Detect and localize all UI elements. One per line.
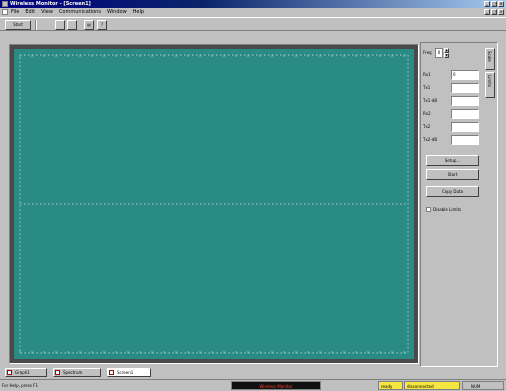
status-help-text: For Help, press F1 bbox=[2, 383, 39, 388]
toolbar-button-2[interactable] bbox=[55, 20, 65, 30]
field-label: Tx2-dB bbox=[423, 137, 438, 142]
plot-frame bbox=[9, 44, 419, 364]
field-input[interactable] bbox=[451, 83, 479, 93]
toolbar-separator bbox=[35, 20, 37, 30]
status-ready: ready bbox=[378, 381, 403, 390]
setup-button[interactable]: Setup... bbox=[426, 155, 479, 166]
field-row: Tx2-dB bbox=[423, 135, 483, 145]
start-button[interactable]: Start bbox=[5, 20, 31, 30]
field-row: Rx2 bbox=[423, 109, 483, 119]
start-acquisition-button[interactable]: Start bbox=[426, 169, 479, 180]
field-input[interactable]: 0 bbox=[451, 70, 479, 80]
title-bar: Wireless Monitor - [Screen1] _ □ × bbox=[0, 0, 506, 8]
field-label: Rx1 bbox=[423, 72, 431, 77]
field-label: Tx2 bbox=[423, 124, 431, 129]
doc-restore-button[interactable]: □ bbox=[491, 9, 497, 15]
close-button[interactable]: × bbox=[498, 1, 504, 7]
sheet-tab-spectrum[interactable]: Spectrum bbox=[53, 368, 101, 377]
menu-edit[interactable]: Edit bbox=[25, 8, 35, 16]
menu-file[interactable]: File bbox=[11, 8, 19, 16]
field-row: Tx1-dB bbox=[423, 96, 483, 106]
graph-icon bbox=[109, 370, 114, 375]
oscilloscope-screen[interactable] bbox=[14, 49, 414, 359]
field-input[interactable] bbox=[451, 122, 479, 132]
window-title: Wireless Monitor - [Screen1] bbox=[10, 1, 91, 7]
field-row: Tx2 bbox=[423, 122, 483, 132]
doc-minimize-button[interactable]: _ bbox=[484, 9, 490, 15]
menu-window[interactable]: Window bbox=[107, 8, 127, 16]
vertical-tabs: Scale Limits bbox=[485, 48, 497, 108]
spin-arrows: ▲ ▼ bbox=[444, 48, 449, 58]
field-row: Tx1 bbox=[423, 83, 483, 93]
field-input[interactable] bbox=[451, 96, 479, 106]
document-icon[interactable] bbox=[2, 9, 8, 15]
menu-communications[interactable]: Communications bbox=[59, 8, 101, 16]
menu-bar: File Edit View Communications Window Hel… bbox=[0, 8, 506, 16]
tab-scale[interactable]: Scale bbox=[485, 48, 495, 70]
help-icon[interactable]: ? bbox=[97, 20, 107, 30]
disable-limits-row[interactable]: Disable Limits bbox=[426, 205, 461, 213]
field-input[interactable] bbox=[451, 109, 479, 119]
window-controls: _ □ × bbox=[484, 1, 504, 7]
disable-limits-checkbox[interactable] bbox=[426, 206, 431, 212]
minimize-button[interactable]: _ bbox=[484, 1, 490, 7]
sheet-tabs: Graph1 Spectrum Screen1 bbox=[5, 368, 205, 377]
graph-icon bbox=[55, 370, 60, 375]
screen-grid bbox=[19, 54, 409, 354]
tab-limits[interactable]: Limits bbox=[485, 72, 495, 98]
status-app-indicator: Wireless Monitor bbox=[231, 381, 321, 390]
status-connection: disconnected bbox=[404, 381, 460, 390]
app-icon[interactable] bbox=[2, 1, 8, 7]
disable-limits-label: Disable Limits bbox=[433, 206, 462, 212]
sheet-tab-label: Graph1 bbox=[15, 370, 30, 375]
graph-icon bbox=[7, 370, 12, 375]
field-input[interactable] bbox=[451, 135, 479, 145]
tab-limits-label: Limits bbox=[487, 75, 492, 87]
field-label: Rx2 bbox=[423, 111, 431, 116]
sheet-tab-graph1[interactable]: Graph1 bbox=[5, 368, 47, 377]
sheet-tab-screen1[interactable]: Screen1 bbox=[107, 368, 151, 377]
sheet-tab-label: Spectrum bbox=[63, 370, 83, 375]
copy-data-button[interactable]: Copy Data bbox=[426, 186, 479, 197]
field-label: Tx1 bbox=[423, 85, 431, 90]
toolbar-button-3[interactable] bbox=[67, 20, 77, 30]
maximize-button[interactable]: □ bbox=[491, 1, 497, 7]
spin-down-icon[interactable]: ▼ bbox=[444, 53, 449, 58]
control-panel: Freq 0 ▲ ▼ Rx1 0 Tx1 Tx1-dB Rx2 Tx2 Tx2-… bbox=[423, 45, 483, 365]
field-row: Rx1 0 bbox=[423, 70, 483, 80]
sheet-tab-label: Screen1 bbox=[117, 370, 134, 375]
tab-scale-label: Scale bbox=[487, 51, 492, 62]
status-bar: For Help, press F1 Wireless Monitor read… bbox=[0, 379, 506, 390]
screen-border bbox=[19, 54, 409, 354]
doc-close-button[interactable]: × bbox=[498, 9, 504, 15]
status-num: NUM bbox=[462, 381, 504, 390]
spin-value[interactable]: 0 bbox=[435, 48, 443, 58]
toolbar: Start ▤ ? bbox=[0, 17, 506, 31]
printer-icon[interactable]: ▤ bbox=[84, 20, 94, 30]
document-controls: _ □ × bbox=[484, 9, 504, 15]
menu-help[interactable]: Help bbox=[133, 8, 144, 16]
spin-row: Freq 0 ▲ ▼ bbox=[423, 48, 483, 58]
menu-view[interactable]: View bbox=[41, 8, 53, 16]
field-label: Tx1-dB bbox=[423, 98, 438, 103]
spin-label: Freq bbox=[423, 50, 432, 55]
